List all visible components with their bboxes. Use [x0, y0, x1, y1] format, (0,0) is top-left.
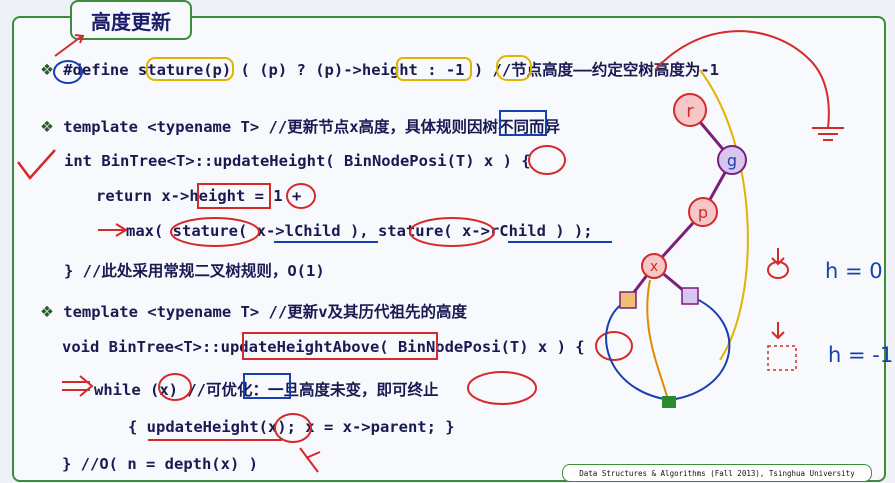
code-line-end-2: } //O( n = depth(x) )	[62, 455, 258, 473]
diamond-bullet-icon: ❖	[40, 303, 54, 321]
code-line-define: #define stature(p) ( (p) ? (p)->height :…	[63, 61, 720, 79]
diamond-bullet-icon: ❖	[40, 118, 54, 136]
slide-frame	[12, 16, 886, 482]
code-line-signature-1: int BinTree<T>::updateHeight( BinNodePos…	[64, 152, 531, 170]
code-line-signature-2: void BinTree<T>::updateHeightAbove( BinN…	[62, 338, 585, 356]
code-line-while: while (x) //可优化：一旦高度未变，即可终止	[94, 381, 439, 399]
slide-title: 高度更新	[70, 0, 192, 40]
bullet-define: ❖ #define stature(p) ( (p) ? (p)->height…	[40, 58, 719, 80]
bullet-template-2: ❖ template <typename T> //更新v及其历代祖先的高度	[40, 300, 467, 322]
bullet-template-1: ❖ template <typename T> //更新节点x高度，具体规则因树…	[40, 115, 560, 137]
code-line-return: return x->height = 1 +	[96, 187, 302, 205]
footer-label: Data Structures & Algorithms (Fall 2013)…	[562, 464, 872, 482]
code-line-template-1: template <typename T> //更新节点x高度，具体规则因树不同…	[63, 118, 561, 136]
code-line-body: { updateHeight(x); x = x->parent; }	[128, 418, 455, 436]
diamond-bullet-icon: ❖	[40, 61, 54, 79]
code-line-max: max( stature( x->lChild ), stature( x->r…	[126, 222, 593, 240]
code-line-end-1: } //此处采用常规二叉树规则，O(1)	[64, 262, 325, 280]
code-line-template-2: template <typename T> //更新v及其历代祖先的高度	[63, 303, 468, 321]
